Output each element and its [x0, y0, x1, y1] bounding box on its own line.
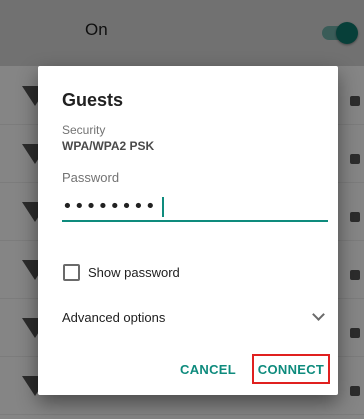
wifi-connect-dialog: Guests Security WPA/WPA2 PSK Password Sh… [38, 66, 338, 395]
cancel-button[interactable]: CANCEL [176, 354, 240, 384]
password-input[interactable] [62, 192, 328, 222]
show-password-checkbox[interactable] [63, 264, 80, 281]
dialog-title: Guests [62, 90, 124, 110]
text-cursor [162, 197, 164, 217]
security-value: WPA/WPA2 PSK [62, 139, 155, 153]
advanced-options-label: Advanced options [62, 310, 166, 325]
security-label: Security [62, 123, 106, 137]
advanced-options-row[interactable]: Advanced options [38, 300, 338, 336]
connect-button[interactable]: CONNECT [252, 354, 330, 384]
show-password-label[interactable]: Show password [88, 265, 180, 280]
chevron-down-icon[interactable] [312, 308, 325, 321]
password-label: Password [62, 170, 120, 185]
